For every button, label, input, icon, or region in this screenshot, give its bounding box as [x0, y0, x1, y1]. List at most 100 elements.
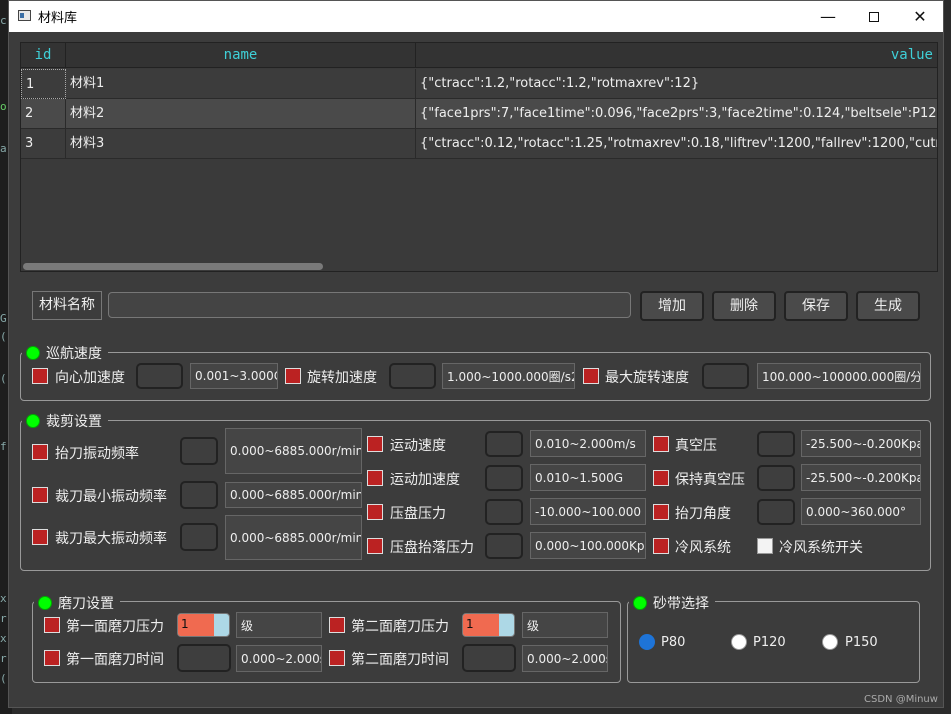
- cell-name: 材料3: [66, 129, 416, 159]
- scrollbar-thumb[interactable]: [23, 263, 323, 270]
- plate-lift-pressure-range: 0.000~100.000Kpa: [530, 532, 646, 559]
- face1-time-checkbox[interactable]: [44, 650, 60, 666]
- plate-lift-pressure-label: 压盘抬落压力: [390, 540, 474, 556]
- belt-title-text: 砂带选择: [653, 596, 709, 612]
- lift-angle-checkbox[interactable]: [653, 504, 669, 520]
- belt-p120-radio[interactable]: [731, 634, 747, 650]
- table-row[interactable]: 3 材料3 {"ctracc":0.12,"rotacc":1.25,"rotm…: [21, 129, 937, 159]
- hold-vacuum-range: -25.500~-0.200Kpa: [801, 464, 921, 491]
- table-row[interactable]: 2 材料2 {"face1prs":7,"face1time":0.096,"f…: [21, 99, 937, 129]
- motion-speed-label: 运动速度: [390, 438, 446, 454]
- status-led-icon: [26, 414, 40, 428]
- minimize-button[interactable]: —: [805, 1, 851, 32]
- rotation-acc-checkbox[interactable]: [285, 368, 301, 384]
- cooling-switch-checkbox[interactable]: [757, 538, 773, 554]
- motion-speed-input[interactable]: [485, 431, 523, 457]
- centripetal-acc-label: 向心加速度: [55, 370, 125, 386]
- cooling-checkbox[interactable]: [653, 538, 669, 554]
- cutting-title: 裁剪设置: [22, 412, 108, 430]
- face1-pressure-checkbox[interactable]: [44, 617, 60, 633]
- lift-vibration-checkbox[interactable]: [32, 444, 48, 460]
- face2-pressure-value: 1: [466, 617, 474, 631]
- column-header-name[interactable]: name: [66, 43, 416, 68]
- face1-pressure-value: 1: [181, 617, 189, 631]
- cruise-title-text: 巡航速度: [46, 346, 102, 362]
- motion-acc-checkbox[interactable]: [367, 470, 383, 486]
- table-row[interactable]: 1 材料1 {"ctracc":1.2,"rotacc":1.2,"rotmax…: [21, 69, 937, 99]
- belt-selection-title: 砂带选择: [629, 594, 715, 612]
- maximize-button[interactable]: [851, 1, 897, 32]
- max-rotation-checkbox[interactable]: [583, 368, 599, 384]
- face2-time-range: 0.000~2.000s: [522, 645, 608, 672]
- face2-time-input[interactable]: [462, 644, 516, 672]
- vacuum-label: 真空压: [675, 438, 717, 454]
- hold-vacuum-checkbox[interactable]: [653, 470, 669, 486]
- min-vibration-range: 0.000~6885.000r/min: [225, 482, 362, 508]
- face2-pressure-spinbox[interactable]: 1: [462, 613, 515, 637]
- plate-pressure-checkbox[interactable]: [367, 504, 383, 520]
- cutting-title-text: 裁剪设置: [46, 414, 102, 430]
- max-vibration-checkbox[interactable]: [32, 529, 48, 545]
- motion-acc-input[interactable]: [485, 465, 523, 491]
- face2-pressure-checkbox[interactable]: [329, 617, 345, 633]
- face1-time-range: 0.000~2.000s: [236, 645, 322, 672]
- lift-angle-label: 抬刀角度: [675, 506, 731, 522]
- save-button[interactable]: 保存: [784, 291, 848, 321]
- material-name-input[interactable]: [108, 292, 631, 318]
- plate-pressure-range: -10.000~100.000: [530, 498, 646, 525]
- material-table[interactable]: id name value 1 材料1 {"ctracc":1.2,"rotac…: [20, 42, 938, 272]
- face2-pressure-label: 第二面磨刀压力: [351, 619, 449, 635]
- centripetal-acc-checkbox[interactable]: [32, 368, 48, 384]
- min-vibration-input[interactable]: [180, 481, 218, 509]
- status-led-icon: [26, 346, 40, 360]
- face1-pressure-unit: 级: [236, 612, 322, 638]
- face2-time-checkbox[interactable]: [329, 650, 345, 666]
- belt-p150-label: P150: [845, 635, 878, 650]
- belt-p150-radio[interactable]: [822, 634, 838, 650]
- watermark: CSDN @Minuw: [864, 694, 938, 705]
- motion-speed-range: 0.010~2.000m/s: [530, 430, 646, 457]
- column-header-id[interactable]: id: [21, 43, 66, 68]
- lift-angle-range: 0.000~360.000°: [801, 498, 921, 525]
- cell-value: {"ctracc":1.2,"rotacc":1.2,"rotmaxrev":1…: [416, 69, 937, 99]
- max-rotation-input[interactable]: [702, 363, 749, 389]
- face1-time-input[interactable]: [177, 644, 231, 672]
- vacuum-checkbox[interactable]: [653, 436, 669, 452]
- max-vibration-range: 0.000~6885.000r/min: [225, 515, 362, 560]
- window-title: 材料库: [38, 11, 78, 26]
- centripetal-acc-input[interactable]: [136, 363, 183, 389]
- plate-pressure-input[interactable]: [485, 499, 523, 525]
- hold-vacuum-input[interactable]: [757, 465, 795, 491]
- rotation-acc-input[interactable]: [389, 363, 436, 389]
- max-vibration-input[interactable]: [180, 523, 218, 551]
- horizontal-scrollbar[interactable]: [21, 261, 937, 271]
- min-vibration-checkbox[interactable]: [32, 487, 48, 503]
- rotation-acc-label: 旋转加速度: [307, 370, 377, 386]
- add-button[interactable]: 增加: [640, 291, 704, 321]
- plate-pressure-label: 压盘压力: [390, 506, 446, 522]
- max-vibration-label: 裁刀最大振动频率: [55, 531, 167, 547]
- face2-pressure-unit: 级: [522, 612, 608, 638]
- cell-id: 3: [21, 129, 66, 159]
- motion-acc-label: 运动加速度: [390, 472, 460, 488]
- cooling-label: 冷风系统: [675, 540, 731, 556]
- vacuum-input[interactable]: [757, 431, 795, 457]
- face1-pressure-spinbox[interactable]: 1: [177, 613, 230, 637]
- belt-p120-label: P120: [753, 635, 786, 650]
- close-button[interactable]: ✕: [897, 1, 943, 32]
- table-header: id name value: [21, 43, 937, 68]
- lift-vibration-input[interactable]: [180, 437, 218, 465]
- lift-angle-input[interactable]: [757, 499, 795, 525]
- material-name-label: 材料名称: [32, 291, 102, 320]
- face1-pressure-label: 第一面磨刀压力: [66, 619, 164, 635]
- motion-speed-checkbox[interactable]: [367, 436, 383, 452]
- column-header-value[interactable]: value: [416, 43, 937, 68]
- plate-lift-pressure-checkbox[interactable]: [367, 538, 383, 554]
- generate-button[interactable]: 生成: [856, 291, 920, 321]
- delete-button[interactable]: 删除: [712, 291, 776, 321]
- belt-p80-radio[interactable]: [639, 634, 655, 650]
- plate-lift-pressure-input[interactable]: [485, 533, 523, 559]
- belt-p80-label: P80: [661, 635, 686, 650]
- grinding-title-text: 磨刀设置: [58, 596, 114, 612]
- hold-vacuum-label: 保持真空压: [675, 472, 745, 488]
